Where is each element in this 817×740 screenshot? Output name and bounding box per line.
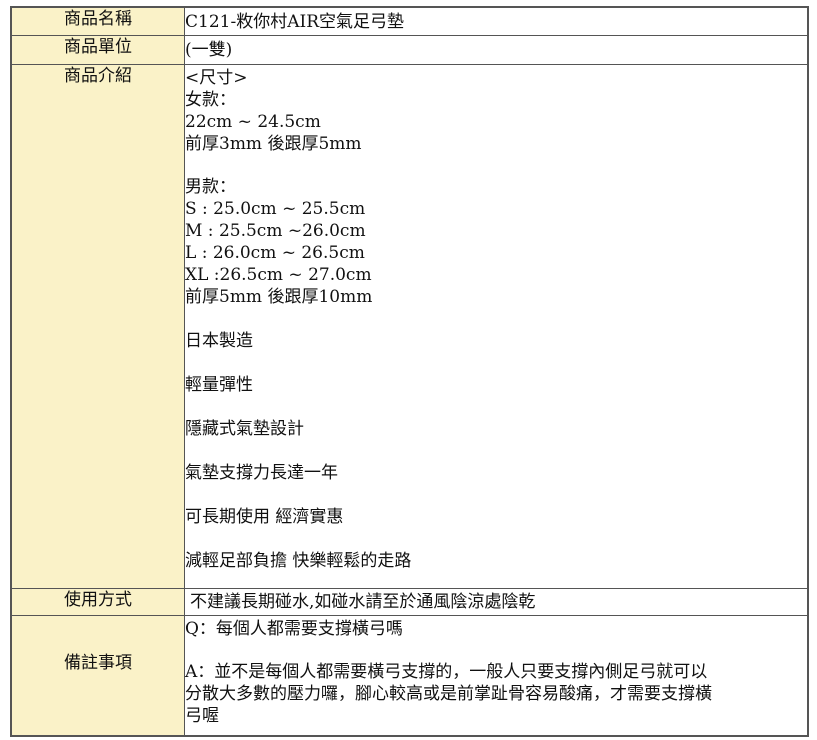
men-size-s: S : 25.0cm ~ 25.5cm bbox=[185, 199, 366, 219]
feature-hidden-air-cushion: 隱藏式氣墊設計 bbox=[185, 419, 304, 439]
feature-easy-walking: 減輕足部負擔 快樂輕鬆的走路 bbox=[185, 551, 412, 571]
row-product-intro: 商品介紹 <尺寸> 女款： 22cm ~ 24.5cm 前厚3mm 後跟厚5mm… bbox=[11, 64, 808, 589]
value-usage: 不建議長期碰水,如碰水請至於通風陰涼處陰乾 bbox=[184, 588, 808, 616]
label-usage: 使用方式 bbox=[11, 588, 185, 616]
label-product-name: 商品名稱 bbox=[11, 7, 185, 36]
row-usage: 使用方式 不建議長期碰水,如碰水請至於通風陰涼處陰乾 bbox=[11, 588, 808, 616]
faq-answer-line-3: 弓喔 bbox=[185, 706, 219, 726]
men-thickness: 前厚5mm 後跟厚10mm bbox=[185, 287, 373, 307]
feature-made-in-japan: 日本製造 bbox=[185, 331, 253, 351]
feature-lightweight: 輕量彈性 bbox=[185, 375, 253, 395]
value-product-name: C121-敉你村AIR空氣足弓墊 bbox=[184, 7, 808, 36]
feature-economical: 可長期使用 經濟實惠 bbox=[185, 507, 344, 527]
women-thickness: 前厚3mm 後跟厚5mm bbox=[185, 134, 362, 154]
value-notes: Q：每個人都需要支撐橫弓嗎 A：並不是每個人都需要橫弓支撐的，一般人只要支撐內側… bbox=[184, 615, 808, 736]
size-header: <尺寸> bbox=[185, 68, 248, 88]
label-notes: 備註事項 bbox=[11, 615, 185, 736]
feature-support-duration: 氣墊支撐力長達一年 bbox=[185, 463, 338, 483]
row-notes: 備註事項 Q：每個人都需要支撐橫弓嗎 A：並不是每個人都需要橫弓支撐的，一般人只… bbox=[11, 615, 808, 736]
faq-question: Q：每個人都需要支撐橫弓嗎 bbox=[185, 619, 403, 639]
men-size-l: L : 26.0cm ~ 26.5cm bbox=[185, 243, 365, 263]
product-spec-table: 商品名稱 C121-敉你村AIR空氣足弓墊 商品單位 (一雙) 商品介紹 <尺寸… bbox=[11, 7, 808, 736]
women-title: 女款： bbox=[185, 90, 236, 110]
value-product-unit: (一雙) bbox=[184, 35, 808, 65]
men-title: 男款： bbox=[185, 177, 236, 197]
label-product-unit: 商品單位 bbox=[11, 35, 185, 65]
women-size-range: 22cm ~ 24.5cm bbox=[185, 112, 321, 132]
value-product-intro: <尺寸> 女款： 22cm ~ 24.5cm 前厚3mm 後跟厚5mm 男款： … bbox=[184, 64, 808, 589]
men-size-xl: XL :26.5cm ~ 27.0cm bbox=[185, 265, 372, 285]
row-product-unit: 商品單位 (一雙) bbox=[11, 35, 808, 65]
faq-answer-line-2: 分散大多數的壓力囉，腳心較高或是前掌趾骨容易酸痛，才需要支撐橫 bbox=[185, 684, 712, 704]
label-product-intro: 商品介紹 bbox=[11, 64, 185, 589]
men-size-m: M : 25.5cm ~26.0cm bbox=[185, 221, 366, 241]
faq-answer-line-1: A：並不是每個人都需要橫弓支撐的，一般人只要支撐內側足弓就可以 bbox=[185, 662, 708, 682]
row-product-name: 商品名稱 C121-敉你村AIR空氣足弓墊 bbox=[11, 7, 808, 36]
